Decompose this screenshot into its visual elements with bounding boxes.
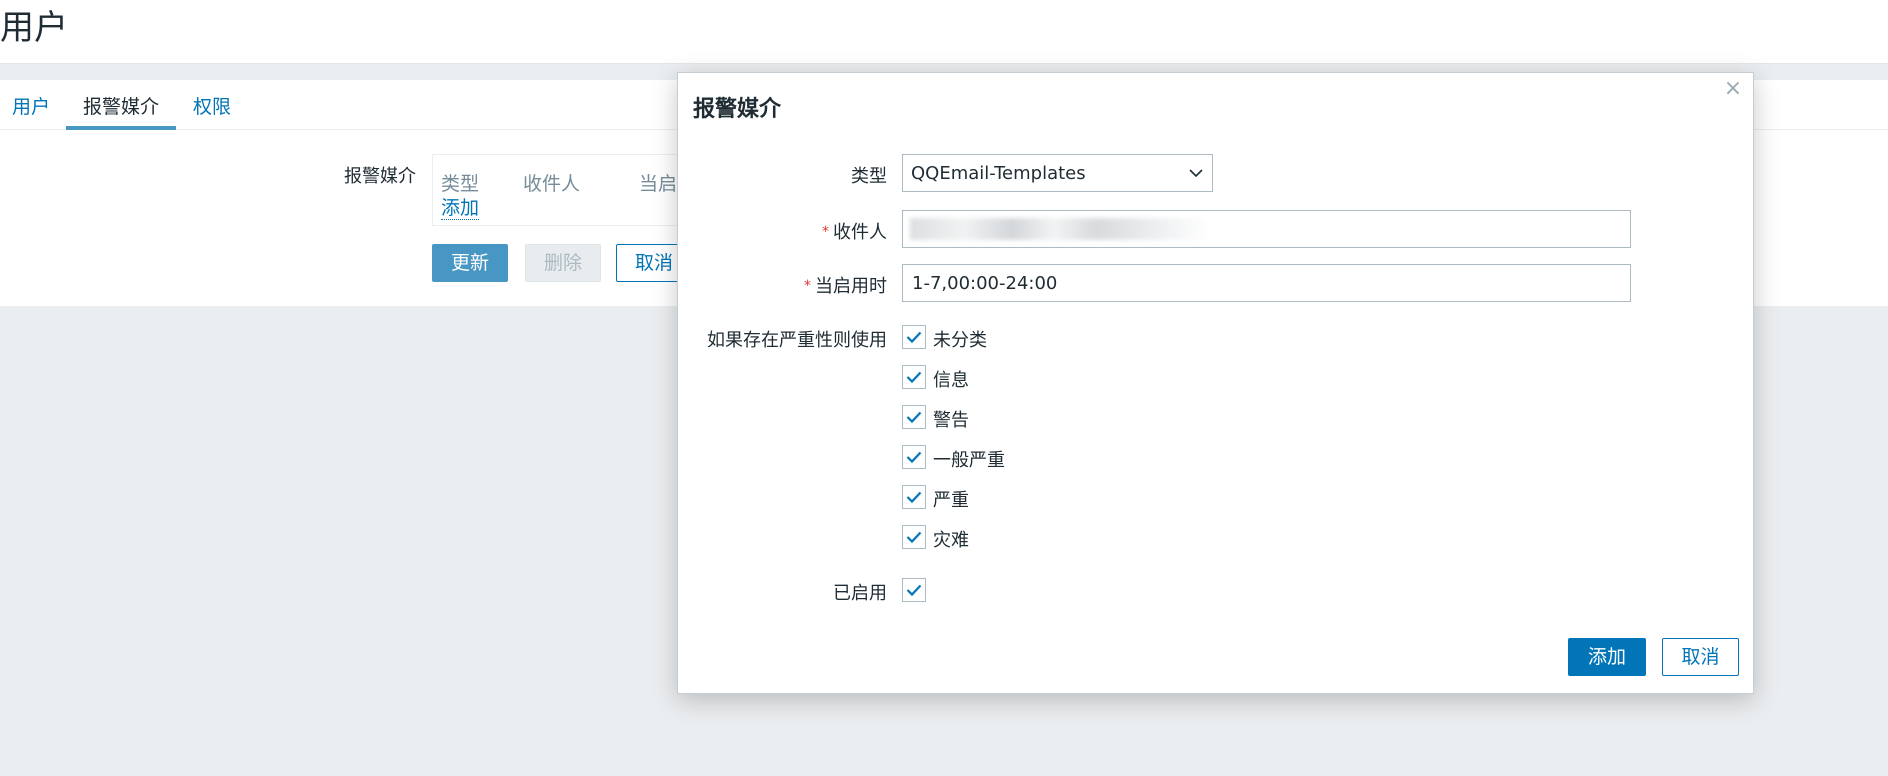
tab-permissions[interactable]: 权限 [186, 80, 238, 130]
severity-checkbox-disaster[interactable] [902, 525, 926, 549]
update-button[interactable]: 更新 [432, 244, 508, 282]
add-button[interactable]: 添加 [1568, 638, 1646, 676]
when-active-label-text: 当启用时 [815, 276, 887, 297]
enabled-checkbox[interactable] [902, 578, 926, 602]
severity-label-average: 一般严重 [933, 450, 1005, 471]
severity-label: 如果存在严重性则使用 [707, 330, 887, 351]
check-icon [906, 531, 922, 544]
media-table: 类型 收件人 当启 添加 [432, 154, 692, 226]
media-form-label: 报警媒介 [344, 166, 416, 187]
required-mark: * [822, 224, 829, 240]
check-icon [906, 371, 922, 384]
required-mark: * [804, 278, 811, 294]
check-icon [906, 331, 922, 344]
media-column-type: 类型 [441, 173, 480, 195]
severity-checkbox-average[interactable] [902, 445, 926, 469]
severity-label-information: 信息 [933, 370, 969, 391]
severity-label-warning: 警告 [933, 410, 969, 431]
severity-checkbox-high[interactable] [902, 485, 926, 509]
add-media-link[interactable]: 添加 [441, 197, 480, 220]
media-column-when: 当启 [639, 173, 678, 195]
recipient-label-text: 收件人 [833, 222, 887, 243]
check-icon [906, 451, 922, 464]
delete-button: 删除 [525, 244, 601, 282]
page-header: 用户 [0, 0, 1888, 64]
media-column-recipient: 收件人 [523, 173, 581, 195]
severity-checkbox-information[interactable] [902, 365, 926, 389]
dialog-title: 报警媒介 [693, 97, 782, 122]
severity-label-high: 严重 [933, 490, 969, 511]
type-select-value: QQEmail-Templates [911, 163, 1086, 184]
severity-label-not-classified: 未分类 [933, 330, 987, 351]
check-icon [906, 584, 922, 597]
recipient-input[interactable] [902, 210, 1631, 248]
type-select[interactable]: QQEmail-Templates [902, 154, 1213, 192]
severity-checkbox-warning[interactable] [902, 405, 926, 429]
severity-checkbox-not-classified[interactable] [902, 325, 926, 349]
recipient-label: * 收件人 [678, 218, 887, 244]
page-title: 用户 [0, 8, 68, 48]
close-icon[interactable]: × [1723, 77, 1743, 101]
when-active-label: * 当启用时 [678, 272, 887, 298]
severity-label-disaster: 灾难 [933, 530, 969, 551]
type-label: 类型 [851, 166, 887, 187]
media-dialog: 报警媒介 × 类型 QQEmail-Templates *收件人 *当启用时 如… [677, 72, 1754, 694]
check-icon [906, 411, 922, 424]
tab-users[interactable]: 用户 [0, 80, 62, 130]
tab-media[interactable]: 报警媒介 [66, 80, 176, 130]
enabled-label: 已启用 [833, 583, 887, 604]
when-active-input[interactable] [902, 264, 1631, 302]
check-icon [906, 491, 922, 504]
cancel-button[interactable]: 取消 [1662, 638, 1739, 676]
chevron-down-icon [1186, 161, 1206, 185]
